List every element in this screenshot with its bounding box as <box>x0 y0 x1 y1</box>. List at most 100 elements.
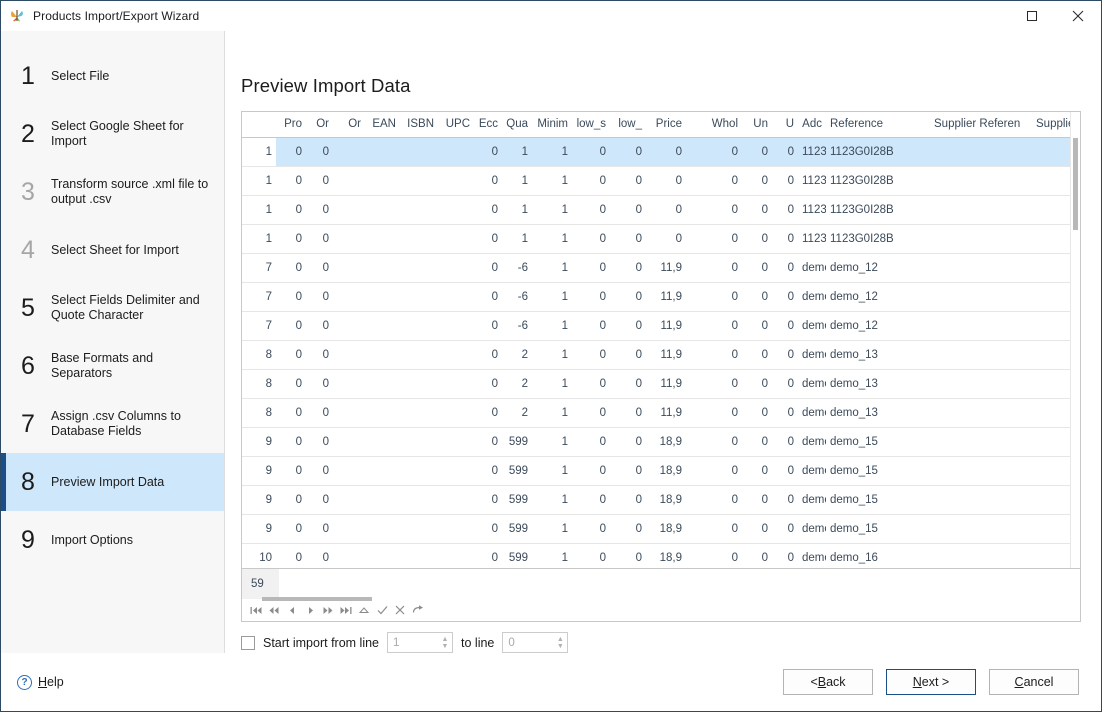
cell-qua[interactable]: 599 <box>502 543 532 568</box>
cell-or1[interactable]: 0 <box>306 398 333 428</box>
cell-ecc[interactable]: 0 <box>474 253 502 283</box>
cell-upc[interactable] <box>438 427 474 457</box>
cell-low_s[interactable]: 0 <box>572 427 610 457</box>
cell-un[interactable]: 0 <box>742 195 772 225</box>
cell-u[interactable]: 0 <box>772 137 798 167</box>
column-header-price[interactable]: Price <box>646 112 686 138</box>
cell-minim[interactable]: 1 <box>532 195 572 225</box>
cell-low_s[interactable]: 0 <box>572 253 610 283</box>
cell-u[interactable]: 0 <box>772 485 798 515</box>
cell-qua[interactable]: 599 <box>502 485 532 515</box>
cell-whol[interactable]: 0 <box>686 369 742 399</box>
cell-or1[interactable]: 0 <box>306 137 333 167</box>
column-header-idx[interactable] <box>242 112 276 138</box>
cell-ean[interactable] <box>365 456 400 486</box>
cell-low_s[interactable]: 0 <box>572 311 610 341</box>
cell-upc[interactable] <box>438 224 474 254</box>
cell-isbn[interactable] <box>400 340 438 370</box>
cell-or2[interactable] <box>333 427 365 457</box>
cell-whol[interactable]: 0 <box>686 398 742 428</box>
cell-price[interactable]: 11,9 <box>646 340 686 370</box>
cell-low_s[interactable]: 0 <box>572 369 610 399</box>
table-row[interactable]: 1000110000001123G0I28B1123G0I28B <box>242 224 1080 254</box>
cell-un[interactable]: 0 <box>742 398 772 428</box>
cell-low_s[interactable]: 0 <box>572 166 610 196</box>
cell-upc[interactable] <box>438 340 474 370</box>
cell-adc[interactable]: demo_13 <box>798 398 826 428</box>
cell-or2[interactable] <box>333 398 365 428</box>
column-header-u[interactable]: U <box>772 112 798 138</box>
cell-price[interactable]: 11,9 <box>646 369 686 399</box>
next-record-icon[interactable] <box>301 601 319 619</box>
sidebar-item-select-google-sheet-for-import[interactable]: 2 Select Google Sheet for Import <box>1 105 224 163</box>
cell-whol[interactable]: 0 <box>686 340 742 370</box>
cell-idx[interactable]: 10 <box>242 543 276 568</box>
cell-price[interactable]: 0 <box>646 166 686 196</box>
cell-reference[interactable]: demo_13 <box>826 369 930 399</box>
sidebar-item-select-fields-delimiter-and-quote-character[interactable]: 5 Select Fields Delimiter and Quote Chara… <box>1 279 224 337</box>
cell-low_[interactable]: 0 <box>610 137 646 167</box>
next-button[interactable]: Next > <box>886 669 976 695</box>
column-header-low_s[interactable]: low_s <box>572 112 610 138</box>
last-record-icon[interactable] <box>337 601 355 619</box>
cell-adc[interactable]: demo_15 <box>798 427 826 457</box>
cell-minim[interactable]: 1 <box>532 456 572 486</box>
cell-whol[interactable]: 0 <box>686 195 742 225</box>
cell-whol[interactable]: 0 <box>686 137 742 167</box>
grid-horizontal-scrollbar[interactable] <box>250 595 1080 603</box>
cell-or1[interactable]: 0 <box>306 166 333 196</box>
cell-adc[interactable]: 1123G0I28B <box>798 195 826 225</box>
cell-or1[interactable]: 0 <box>306 514 333 544</box>
cell-low_[interactable]: 0 <box>610 340 646 370</box>
cell-adc[interactable]: 1123G0I28B <box>798 166 826 196</box>
to-line-stepper[interactable]: 0 ▲ ▼ <box>502 632 569 653</box>
cell-low_[interactable]: 0 <box>610 369 646 399</box>
cancel-button[interactable]: Cancel <box>989 669 1079 695</box>
column-header-or2[interactable]: Or <box>333 112 365 138</box>
start-import-from-line-checkbox[interactable] <box>241 635 255 650</box>
cell-low_[interactable]: 0 <box>610 398 646 428</box>
cell-minim[interactable]: 1 <box>532 369 572 399</box>
cell-ecc[interactable]: 0 <box>474 543 502 568</box>
cell-u[interactable]: 0 <box>772 427 798 457</box>
table-row[interactable]: 8000210011,9000demo_13demo_13 <box>242 340 1080 370</box>
cell-ecc[interactable]: 0 <box>474 514 502 544</box>
cell-price[interactable]: 18,9 <box>646 485 686 515</box>
cell-ean[interactable] <box>365 137 400 167</box>
cell-ecc[interactable]: 0 <box>474 137 502 167</box>
cell-low_[interactable]: 0 <box>610 514 646 544</box>
cell-adc[interactable]: demo_13 <box>798 369 826 399</box>
cell-isbn[interactable] <box>400 398 438 428</box>
cell-qua[interactable]: -6 <box>502 282 532 312</box>
cell-ecc[interactable]: 0 <box>474 427 502 457</box>
cell-reference[interactable]: demo_15 <box>826 485 930 515</box>
cell-ecc[interactable]: 0 <box>474 456 502 486</box>
table-row[interactable]: 8000210011,9000demo_13demo_13 <box>242 398 1080 428</box>
cell-upc[interactable] <box>438 282 474 312</box>
cell-low_s[interactable]: 0 <box>572 456 610 486</box>
cell-qua[interactable]: 1 <box>502 224 532 254</box>
cell-or2[interactable] <box>333 224 365 254</box>
cell-or1[interactable]: 0 <box>306 543 333 568</box>
cell-idx[interactable]: 1 <box>242 195 276 225</box>
column-header-qua[interactable]: Qua <box>502 112 532 138</box>
cell-pro[interactable]: 0 <box>276 398 306 428</box>
cell-price[interactable]: 0 <box>646 195 686 225</box>
cell-or1[interactable]: 0 <box>306 195 333 225</box>
cell-minim[interactable]: 1 <box>532 224 572 254</box>
sidebar-item-transform-source-xml-file-to-output-csv[interactable]: 3 Transform source .xml file to output .c… <box>1 163 224 221</box>
grid-vertical-scrollbar[interactable] <box>1070 112 1080 568</box>
column-header-low_[interactable]: low_ <box>610 112 646 138</box>
cell-u[interactable]: 0 <box>772 195 798 225</box>
table-row[interactable]: 900059910018,9000demo_15demo_15 <box>242 514 1080 544</box>
cell-u[interactable]: 0 <box>772 282 798 312</box>
cell-pro[interactable]: 0 <box>276 456 306 486</box>
cell-reference[interactable]: demo_12 <box>826 253 930 283</box>
cell-sup_ref[interactable] <box>930 514 1032 544</box>
cell-ecc[interactable]: 0 <box>474 195 502 225</box>
column-header-isbn[interactable]: ISBN <box>400 112 438 138</box>
cell-ean[interactable] <box>365 224 400 254</box>
cell-u[interactable]: 0 <box>772 514 798 544</box>
cell-upc[interactable] <box>438 543 474 568</box>
cell-adc[interactable]: demo_12 <box>798 311 826 341</box>
